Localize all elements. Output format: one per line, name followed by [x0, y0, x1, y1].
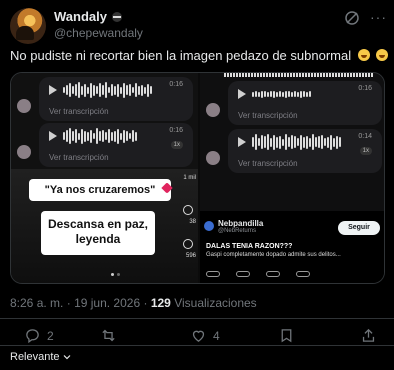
voice-avatar	[206, 151, 220, 165]
play-icon	[238, 137, 246, 147]
grok-icon[interactable]	[344, 10, 360, 26]
carousel-dots	[111, 273, 120, 276]
post-author-name: Nebpandilla	[218, 219, 264, 228]
voice-speed: 1x	[170, 141, 183, 149]
author-name[interactable]: Wandaly	[54, 9, 107, 24]
tweet-header: Wandaly @chepewandaly ···	[10, 8, 386, 44]
voice-bubble: 0:14 1x Ver transcripción	[228, 129, 382, 173]
reply-button[interactable]: 2	[24, 327, 54, 344]
follow-button: Seguir	[338, 221, 380, 235]
voice-transcript: Ver transcripción	[238, 111, 298, 120]
heart-icon	[192, 330, 205, 342]
voice-time: 0:16	[169, 81, 183, 88]
tweet-time[interactable]: 8:26 a. m.	[10, 296, 63, 310]
media-image-right[interactable]: 0:16 Ver transcripción 0:14 1x Ver trans…	[200, 73, 384, 283]
reply-icon	[26, 329, 39, 344]
waveform	[252, 85, 311, 103]
sort-dropdown[interactable]: Relevante	[10, 351, 72, 363]
voice-time: 0:16	[358, 85, 372, 92]
waveform	[63, 81, 152, 99]
voice-note: 0:16 Ver transcripción	[206, 81, 382, 127]
meme-image: "Ya nos cruzaremos" Descansa en paz, ley…	[11, 169, 198, 283]
play-icon	[238, 89, 246, 99]
waveform	[224, 73, 374, 77]
post-body: Gaspi completamente dopado admite sus de…	[206, 252, 341, 258]
meme-caption-top: "Ya nos cruzaremos"	[29, 179, 171, 201]
ninja-emoji-icon	[111, 11, 122, 22]
share-icon	[183, 239, 193, 249]
voice-transcript: Ver transcripción	[238, 159, 298, 168]
play-icon	[49, 131, 57, 141]
comment-icon	[183, 205, 193, 215]
separator: ·	[143, 296, 151, 310]
more-options-icon[interactable]: ···	[370, 10, 386, 25]
bookmark-button[interactable]	[278, 327, 295, 344]
post-avatar	[204, 221, 214, 231]
voice-time: 0:14	[358, 133, 372, 140]
side-count: 38	[189, 219, 196, 225]
voice-note: 0:14 1x Ver transcripción	[206, 129, 382, 175]
separator: ·	[66, 296, 75, 310]
repost-icon	[102, 329, 115, 342]
share-button[interactable]	[360, 327, 377, 344]
chevron-down-icon	[63, 355, 70, 360]
voice-time: 0:16	[169, 127, 183, 134]
share-icon	[362, 328, 375, 342]
bookmark-icon	[281, 329, 292, 343]
views-count: 129	[150, 296, 171, 310]
divider	[0, 318, 394, 319]
voice-bubble: 0:16 Ver transcripción	[39, 77, 193, 121]
side-count: 596	[185, 253, 196, 259]
media-image-left[interactable]: 0:16 Ver transcripción 0:16 1x Ver trans…	[11, 73, 198, 283]
sort-label: Relevante	[10, 351, 60, 363]
author-avatar[interactable]	[10, 8, 46, 44]
views-label: Visualizaciones	[174, 296, 257, 310]
tweet-text-content: No pudiste ni recortar bien la imagen pe…	[10, 48, 352, 63]
divider	[0, 345, 394, 346]
rofl-emoji-icon	[357, 49, 370, 61]
tweet-media[interactable]: 0:16 Ver transcripción 0:16 1x Ver trans…	[10, 72, 385, 284]
voice-note: 0:16 Ver transcripción	[17, 77, 193, 123]
reply-count: 2	[47, 328, 54, 343]
author-info: Wandaly @chepewandaly	[54, 9, 143, 40]
tweet-meta: 8:26 a. m. · 19 jun. 2026 · 129 Visualiz…	[10, 296, 257, 310]
waveform	[63, 127, 137, 145]
voice-bubble: 0:16 Ver transcripción	[228, 81, 382, 125]
like-count: 4	[213, 328, 220, 343]
repost-button[interactable]	[100, 327, 117, 344]
author-handle[interactable]: @chepewandaly	[54, 26, 143, 40]
action-bar: 2 4	[10, 327, 386, 345]
voice-avatar	[17, 145, 31, 159]
meme-side-icons: 1 mil 38 596	[176, 169, 198, 283]
post-author-handle: @NebReturns	[218, 228, 257, 234]
play-icon	[49, 85, 57, 95]
tweet-date[interactable]: 19 jun. 2026	[74, 296, 140, 310]
voice-transcript: Ver transcripción	[49, 107, 109, 116]
voice-note: 0:16 1x Ver transcripción	[17, 123, 193, 169]
embedded-post: Nebpandilla @NebReturns Seguir DALAS TEN…	[200, 211, 384, 283]
like-button[interactable]: 4	[190, 327, 220, 344]
post-action-bar	[206, 271, 376, 281]
waveform	[252, 133, 341, 151]
rofl-emoji-icon	[376, 49, 389, 61]
voice-speed: 1x	[359, 147, 372, 155]
post-title: DALAS TENIA RAZON???	[206, 243, 293, 250]
voice-bubble: 0:16 1x Ver transcripción	[39, 123, 193, 167]
tweet-text: No pudiste ni recortar bien la imagen pe…	[10, 48, 394, 63]
side-count: 1 mil	[183, 175, 196, 181]
meme-caption-main: Descansa en paz, leyenda	[41, 211, 155, 255]
voice-avatar	[17, 99, 31, 113]
voice-transcript: Ver transcripción	[49, 153, 109, 162]
voice-avatar	[206, 103, 220, 117]
